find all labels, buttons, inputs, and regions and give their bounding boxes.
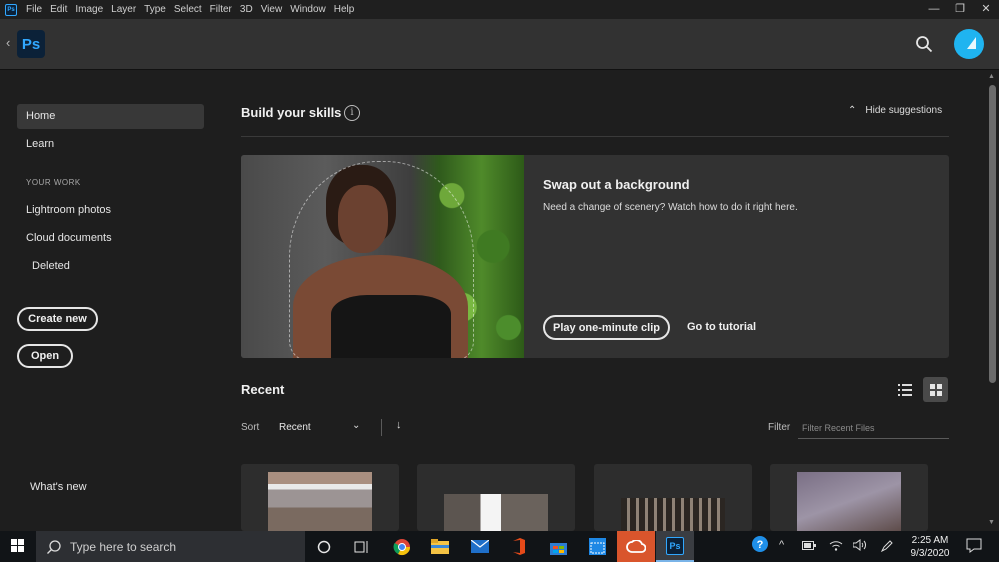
hide-suggestions-button[interactable]: ⌃ Hide suggestions	[848, 105, 942, 116]
build-skills-title: Build your skills	[241, 105, 341, 120]
tutorial-thumbnail-image	[241, 155, 524, 358]
whats-new-link[interactable]: What's new	[30, 481, 87, 493]
divider	[241, 136, 949, 137]
recent-file-thumbnail	[268, 472, 372, 531]
sidebar-section-your-work: YOUR WORK	[26, 178, 81, 187]
creative-cloud-icon[interactable]	[617, 531, 655, 562]
menu-view[interactable]: View	[261, 4, 283, 15]
scroll-down-arrow-icon[interactable]: ▼	[988, 519, 995, 526]
task-view-icon[interactable]	[352, 537, 372, 557]
sort-label: Sort	[241, 422, 259, 433]
play-clip-button[interactable]: Play one-minute clip	[543, 315, 670, 340]
help-icon[interactable]: ?	[751, 535, 769, 556]
go-to-tutorial-link[interactable]: Go to tutorial	[687, 321, 756, 333]
menu-file[interactable]: File	[26, 4, 42, 15]
suggestion-card: Swap out a background Need a change of s…	[241, 155, 949, 358]
photoshop-icon: Ps	[666, 537, 684, 555]
open-button[interactable]: Open	[17, 344, 73, 368]
chevron-down-icon[interactable]: ⌄	[352, 420, 360, 431]
menu-window[interactable]: Window	[290, 4, 326, 15]
file-explorer-icon[interactable]	[421, 531, 459, 562]
store-icon[interactable]	[539, 531, 577, 562]
info-icon[interactable]: i	[344, 105, 360, 121]
search-icon[interactable]	[915, 35, 933, 53]
taskbar-search-box[interactable]: Type here to search	[36, 531, 305, 562]
grid-view-button[interactable]	[923, 377, 948, 402]
list-view-button[interactable]	[892, 377, 917, 402]
sort-direction-icon[interactable]: ↓	[396, 419, 402, 431]
menu-layer[interactable]: Layer	[111, 4, 136, 15]
wifi-icon[interactable]	[829, 539, 843, 554]
card-description: Need a change of scenery? Watch how to d…	[543, 202, 798, 213]
menu-help[interactable]: Help	[334, 4, 355, 15]
pen-icon[interactable]	[880, 539, 894, 556]
grid-view-icon	[930, 384, 942, 396]
sidebar-item-learn[interactable]: Learn	[17, 132, 204, 157]
creative-cloud-avatar-icon[interactable]	[954, 29, 984, 59]
notifications-icon[interactable]	[966, 538, 982, 556]
hide-suggestions-label: Hide suggestions	[865, 105, 942, 116]
sidebar-item-home[interactable]: Home	[17, 104, 204, 129]
sidebar-item-cloud-documents[interactable]: Cloud documents	[17, 226, 204, 251]
sidebar: Home Learn YOUR WORK Lightroom photos Cl…	[0, 71, 222, 531]
recent-file-card[interactable]	[241, 464, 399, 531]
scrollbar-thumb[interactable]	[989, 85, 996, 383]
menu-filter[interactable]: Filter	[210, 4, 232, 15]
create-new-button[interactable]: Create new	[17, 307, 98, 331]
office-icon[interactable]	[499, 531, 537, 562]
app-header: ‹ Ps	[0, 19, 999, 70]
sort-dropdown[interactable]: Recent	[279, 422, 311, 433]
search-icon	[46, 539, 62, 555]
filter-label: Filter	[768, 422, 790, 433]
sort-separator	[381, 419, 382, 436]
recent-file-card[interactable]	[770, 464, 928, 531]
recent-file-thumbnail	[444, 494, 548, 531]
scroll-up-arrow-icon[interactable]: ▲	[988, 73, 995, 80]
cortana-icon[interactable]	[314, 537, 334, 557]
recent-title: Recent	[241, 382, 284, 397]
battery-icon[interactable]	[802, 541, 816, 553]
vertical-scrollbar[interactable]: ▲ ▼	[986, 71, 999, 531]
menu-type[interactable]: Type	[144, 4, 166, 15]
taskbar-clock[interactable]: 2:25 AM 9/3/2020	[905, 534, 955, 560]
chevron-up-icon[interactable]: ^	[779, 539, 784, 551]
photoshop-app-icon[interactable]: Ps	[5, 4, 17, 16]
volume-icon[interactable]	[853, 539, 867, 554]
svg-text:?: ?	[757, 539, 764, 551]
recent-file-card[interactable]	[417, 464, 575, 531]
minimize-button[interactable]: —	[921, 0, 947, 19]
chevron-up-icon: ⌃	[848, 105, 856, 116]
clock-time: 2:25 AM	[905, 534, 955, 547]
window-controls: — ❐ ✕	[921, 0, 999, 19]
card-title: Swap out a background	[543, 177, 690, 192]
windows-start-icon[interactable]	[11, 539, 25, 553]
filter-input[interactable]	[798, 417, 949, 439]
recent-file-thumbnail	[621, 498, 725, 531]
back-chevron-icon[interactable]: ‹	[6, 35, 10, 50]
sidebar-item-deleted[interactable]: Deleted	[17, 254, 204, 279]
recent-file-thumbnail	[797, 472, 901, 531]
menu-3d[interactable]: 3D	[240, 4, 253, 15]
menu-select[interactable]: Select	[174, 4, 202, 15]
sidebar-item-lightroom-photos[interactable]: Lightroom photos	[17, 198, 204, 223]
windows-taskbar: Type here to search Ps ? ^	[0, 531, 999, 562]
recent-file-card[interactable]	[594, 464, 752, 531]
restore-button[interactable]: ❐	[947, 0, 973, 19]
close-button[interactable]: ✕	[973, 0, 999, 19]
chrome-icon[interactable]	[383, 531, 421, 562]
menu-image[interactable]: Image	[75, 4, 103, 15]
menubar: Ps File Edit Image Layer Type Select Fil…	[0, 0, 999, 19]
clock-date: 9/3/2020	[905, 547, 955, 560]
list-view-icon	[898, 384, 912, 396]
calendar-icon[interactable]	[578, 531, 616, 562]
photoshop-logo[interactable]: Ps	[17, 30, 45, 58]
taskbar-search-placeholder: Type here to search	[70, 540, 176, 554]
mail-icon[interactable]	[461, 531, 499, 562]
menu-edit[interactable]: Edit	[50, 4, 67, 15]
photoshop-taskbar-icon[interactable]: Ps	[656, 531, 694, 562]
home-main: Build your skills i ⌃ Hide suggestions S…	[222, 71, 986, 531]
